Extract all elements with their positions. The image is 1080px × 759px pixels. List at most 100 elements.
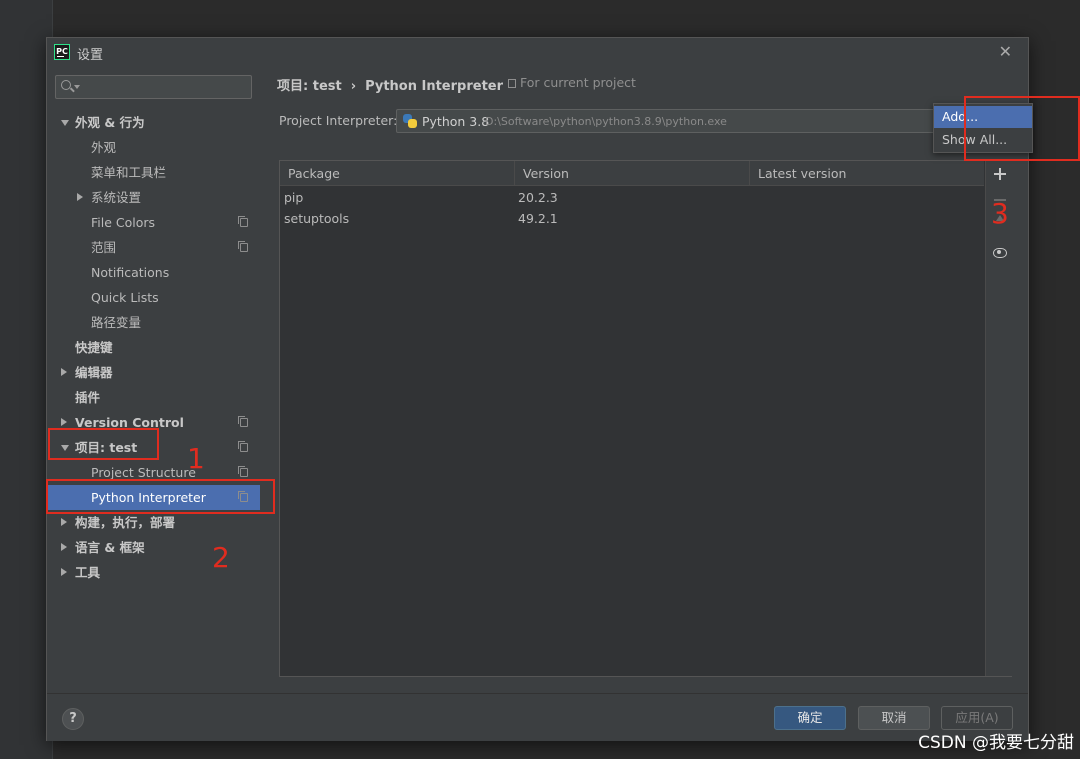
sidebar-item-label: 菜单和工具栏 (91, 165, 167, 180)
sidebar-item[interactable]: 项目: test (47, 435, 260, 460)
sidebar-item-label: 外观 & 行为 (75, 115, 145, 130)
column-latest-version[interactable]: Latest version (750, 161, 984, 186)
sidebar-item[interactable]: 系统设置 (47, 185, 260, 210)
sidebar-item[interactable]: 编辑器 (47, 360, 260, 385)
chevron-down-icon[interactable] (61, 445, 69, 451)
sidebar-item-label: Notifications (91, 265, 170, 280)
table-row[interactable]: setuptools 49.2.1 (280, 208, 984, 229)
menu-item-show-all[interactable]: Show All... (934, 129, 1032, 151)
cell-version: 20.2.3 (518, 190, 558, 205)
menu-item-add[interactable]: Add... (934, 106, 1032, 128)
for-current-project: For current project (508, 75, 636, 90)
help-button[interactable]: ? (62, 708, 84, 730)
settings-dialog: PC 设置 ✕ 外观 & 行为外观菜单和工具栏 系统设置 File Colors 范围… (46, 37, 1029, 741)
sidebar-item-label: File Colors (91, 215, 156, 230)
project-interpreter-select[interactable]: Python 3.8 D:\Software\python\python3.8.… (396, 109, 976, 133)
search-icon (61, 80, 71, 90)
pycharm-logo-icon: PC (54, 44, 70, 60)
chevron-right-icon[interactable] (61, 518, 67, 526)
settings-search[interactable] (55, 75, 252, 99)
sidebar-item-label: 项目: test (75, 440, 138, 455)
sidebar-item[interactable]: 菜单和工具栏 (47, 160, 260, 185)
watermark: CSDN @我要七分甜 (918, 733, 1074, 753)
close-icon[interactable]: ✕ (999, 42, 1012, 61)
sidebar-item-label: Version Control (75, 415, 184, 430)
sidebar-item[interactable]: File Colors (47, 210, 260, 235)
project-interpreter-label: Project Interpreter: (279, 113, 398, 128)
dialog-footer: ? 确定 取消 应用(A) (47, 693, 1028, 741)
sidebar-item[interactable]: Project Structure (47, 460, 260, 485)
project-scope-icon (238, 466, 248, 477)
sidebar-item-label: Project Structure (91, 465, 196, 480)
sidebar-item[interactable]: 构建，执行，部署 (47, 510, 260, 535)
project-scope-icon (238, 241, 248, 252)
sidebar-item[interactable]: 外观 (47, 135, 260, 160)
breadcrumb-project[interactable]: 项目: test (277, 79, 342, 94)
column-version[interactable]: Version (515, 161, 750, 186)
project-scope-icon (238, 416, 248, 427)
chevron-right-icon[interactable] (77, 193, 83, 201)
ok-button[interactable]: 确定 (774, 706, 846, 730)
sidebar-item-label: 路径变量 (91, 315, 142, 330)
annotation-number-2: 2 (212, 541, 230, 574)
project-scope-icon (238, 216, 248, 227)
package-table: Package Version Latest version pip 20.2.3… (279, 160, 1012, 677)
python-interpreter-panel: 项目: test › Python Interpreter For current … (260, 66, 1028, 693)
python-icon (403, 114, 417, 128)
cell-package: setuptools (284, 211, 350, 226)
eye-icon[interactable] (993, 245, 1007, 259)
project-scope-icon (508, 79, 516, 88)
package-toolbar (985, 161, 1012, 676)
chevron-right-icon[interactable] (61, 368, 67, 376)
chevron-right-icon[interactable] (61, 543, 67, 551)
sidebar-item-label: 工具 (75, 565, 101, 580)
sidebar-item-label: 构建，执行，部署 (75, 515, 176, 530)
breadcrumb-current: Python Interpreter (365, 79, 504, 94)
sidebar-item-label: Quick Lists (91, 290, 159, 305)
sidebar-item-label: 范围 (91, 240, 117, 255)
interpreter-name: Python 3.8 (422, 114, 490, 129)
annotation-number-3: 3 (991, 197, 1009, 230)
interpreter-gear-menu: Add... Show All... (933, 103, 1033, 153)
chevron-right-icon[interactable] (61, 568, 67, 576)
sidebar-item[interactable]: Python Interpreter (47, 485, 260, 510)
settings-sidebar: 外观 & 行为外观菜单和工具栏 系统设置 File Colors 范围 Notifica… (47, 66, 260, 693)
cancel-button[interactable]: 取消 (858, 706, 930, 730)
dialog-titlebar: PC 设置 ✕ (47, 38, 1028, 66)
editor-background (53, 0, 1080, 37)
sidebar-item[interactable]: 外观 & 行为 (47, 110, 260, 135)
project-scope-icon (238, 441, 248, 452)
breadcrumb-separator: › (350, 79, 357, 94)
sidebar-item[interactable]: Quick Lists (47, 285, 260, 310)
column-package[interactable]: Package (280, 161, 515, 186)
cell-version: 49.2.1 (518, 211, 558, 226)
search-input[interactable] (84, 78, 244, 96)
sidebar-item-label: 语言 & 框架 (75, 540, 145, 555)
sidebar-item[interactable]: 路径变量 (47, 310, 260, 335)
sidebar-item[interactable]: Notifications (47, 260, 260, 285)
sidebar-item-label: Python Interpreter (91, 490, 206, 505)
sidebar-item[interactable]: 插件 (47, 385, 260, 410)
chevron-right-icon[interactable] (61, 418, 67, 426)
sidebar-item-label: 快捷键 (75, 340, 113, 355)
plus-icon[interactable] (993, 167, 1007, 181)
cell-package: pip (284, 190, 304, 205)
sidebar-item-label: 插件 (75, 390, 101, 405)
dialog-title: 设置 (77, 48, 104, 63)
chevron-down-icon[interactable] (61, 120, 69, 126)
table-row[interactable]: pip 20.2.3 (280, 187, 984, 208)
sidebar-item[interactable]: 范围 (47, 235, 260, 260)
sidebar-item[interactable]: 快捷键 (47, 335, 260, 360)
interpreter-path: D:\Software\python\python3.8.9\python.ex… (485, 115, 727, 128)
sidebar-item[interactable]: Version Control (47, 410, 260, 435)
package-table-header: Package Version Latest version (280, 161, 984, 186)
apply-button[interactable]: 应用(A) (941, 706, 1013, 730)
breadcrumb: 项目: test › Python Interpreter (277, 75, 503, 94)
for-current-project-label: For current project (520, 75, 636, 90)
sidebar-item-label: 编辑器 (75, 365, 113, 380)
sidebar-item-label: 系统设置 (91, 190, 142, 205)
annotation-number-1: 1 (187, 442, 205, 475)
chevron-down-icon (74, 85, 80, 89)
settings-tree: 外观 & 行为外观菜单和工具栏 系统设置 File Colors 范围 Notifica… (47, 110, 260, 585)
project-scope-icon (238, 491, 248, 502)
